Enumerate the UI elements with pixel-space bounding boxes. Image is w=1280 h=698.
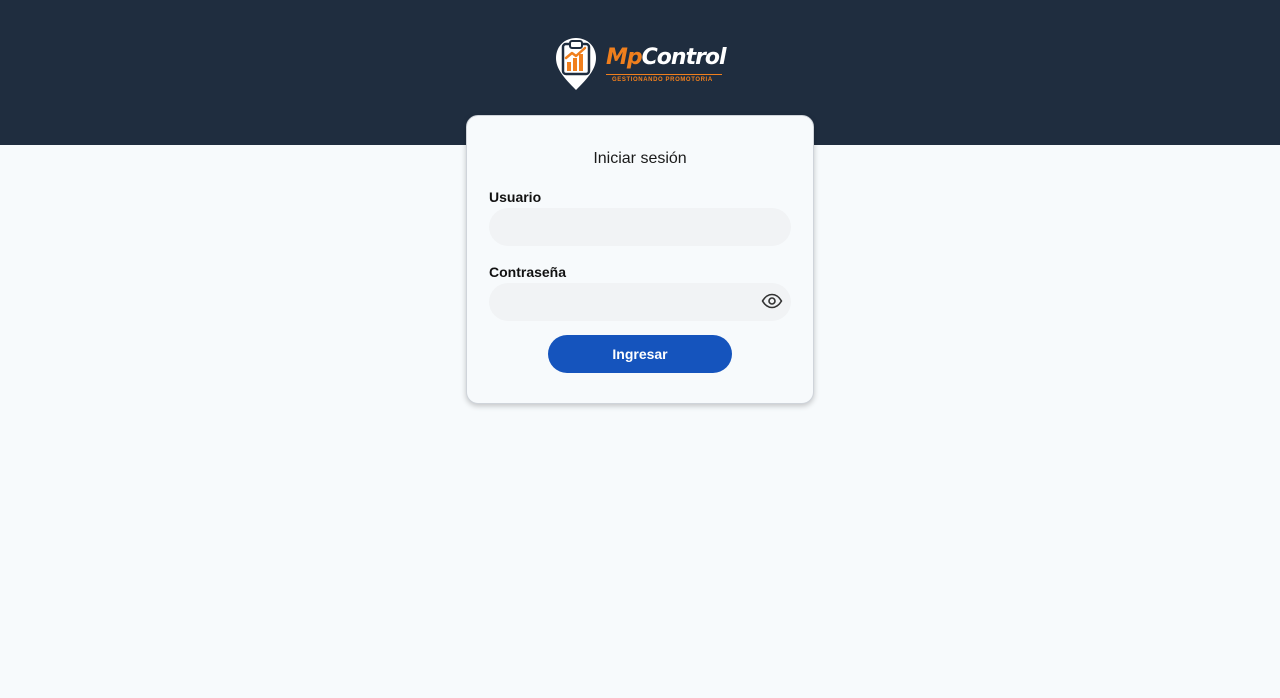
brand-underline <box>606 74 722 75</box>
brand-name-part1: Mp <box>606 45 643 70</box>
brand-name: MpControl <box>606 44 727 72</box>
brand-logo: MpControl GESTIONANDO PROMOTORIA <box>554 36 727 92</box>
login-title: Iniciar sesión <box>593 150 687 167</box>
username-label: Usuario <box>489 189 542 205</box>
clipboard-map-pin-chart-icon <box>556 38 596 90</box>
brand-name-part2: Control <box>641 45 727 70</box>
eye-icon[interactable] <box>761 293 783 309</box>
username-input[interactable] <box>489 208 791 246</box>
login-submit-button[interactable]: Ingresar <box>548 335 732 373</box>
password-input[interactable] <box>489 283 791 321</box>
password-label: Contraseña <box>489 264 567 280</box>
login-card: Iniciar sesión Usuario Contraseña Ingres… <box>466 115 814 404</box>
brand-tagline: GESTIONANDO PROMOTORIA <box>612 77 713 83</box>
